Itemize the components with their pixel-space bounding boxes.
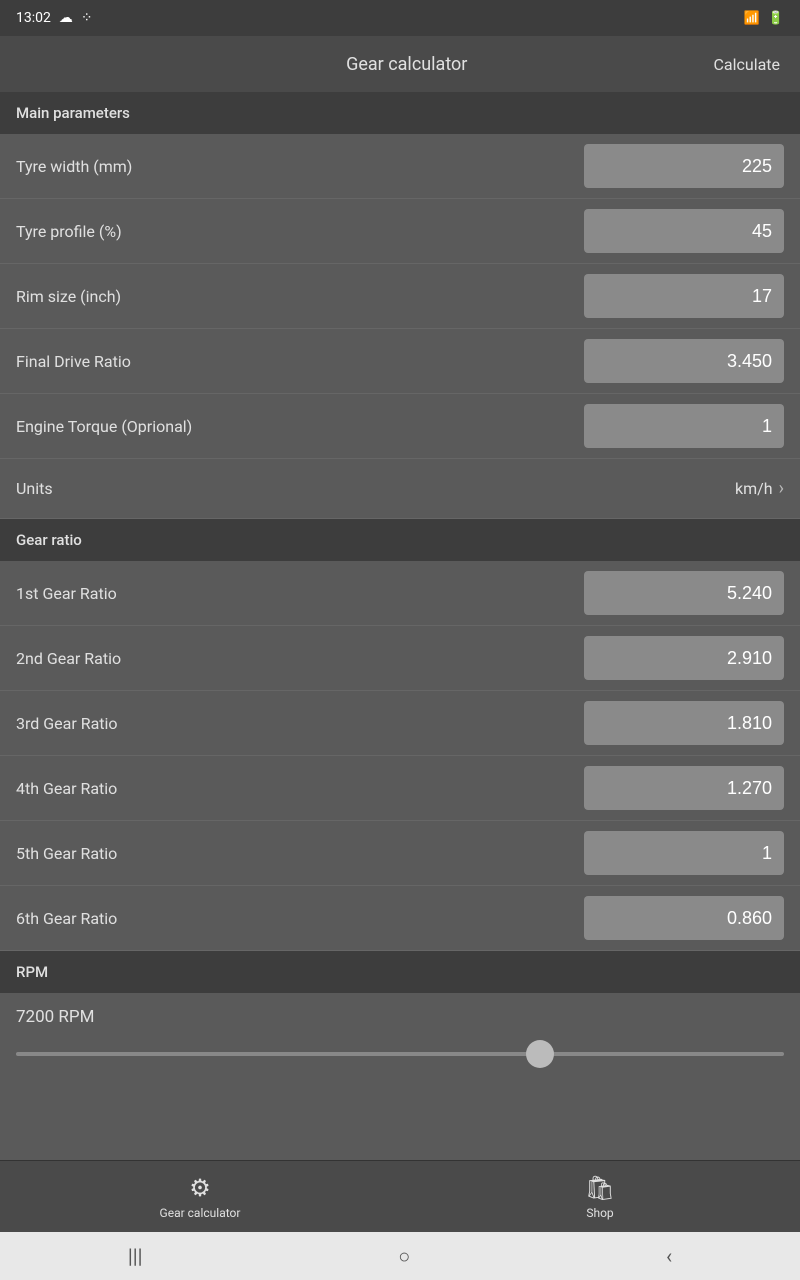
gear-3-input[interactable] (584, 701, 784, 745)
gear-ratio-header: Gear ratio (0, 519, 800, 561)
units-value-container: km/h › (735, 478, 784, 499)
rim-size-row: Rim size (inch) (0, 264, 800, 329)
engine-torque-input[interactable] (584, 404, 784, 448)
units-value-text: km/h (735, 479, 773, 498)
gear-4-label: 4th Gear Ratio (16, 779, 117, 798)
battery-icon: 🔋 (768, 11, 784, 26)
android-menu-button[interactable]: ||| (108, 1236, 163, 1276)
android-nav-bar: ||| ○ ‹ (0, 1232, 800, 1280)
final-drive-ratio-input[interactable] (584, 339, 784, 383)
rpm-value-row: 7200 RPM (0, 993, 800, 1033)
final-drive-ratio-label: Final Drive Ratio (16, 352, 131, 371)
gear-6-row: 6th Gear Ratio (0, 886, 800, 951)
android-home-button[interactable]: ○ (378, 1236, 430, 1277)
rpm-value-text: 7200 RPM (16, 1007, 94, 1027)
final-drive-ratio-row: Final Drive Ratio (0, 329, 800, 394)
gear-4-row: 4th Gear Ratio (0, 756, 800, 821)
wifi-icon: 📶 (744, 11, 760, 26)
nav-gear-calc-label: Gear calculator (160, 1206, 241, 1220)
engine-torque-label: Engine Torque (Oprional) (16, 417, 192, 436)
android-back-button[interactable]: ‹ (646, 1236, 692, 1276)
gear-1-label: 1st Gear Ratio (16, 584, 117, 603)
gear-2-input[interactable] (584, 636, 784, 680)
gear-5-input[interactable] (584, 831, 784, 875)
main-params-header: Main parameters (0, 92, 800, 134)
nav-shop[interactable]: 🛍 Shop (400, 1166, 800, 1228)
gear-1-input[interactable] (584, 571, 784, 615)
gear-2-label: 2nd Gear Ratio (16, 649, 121, 668)
gear-4-input[interactable] (584, 766, 784, 810)
rpm-slider-container (0, 1033, 800, 1076)
tyre-width-label: Tyre width (mm) (16, 157, 132, 176)
status-time: 13:02 (16, 10, 51, 26)
bottom-nav: ⚙ Gear calculator 🛍 Shop (0, 1160, 800, 1232)
main-content: Main parameters Tyre width (mm) Tyre pro… (0, 92, 800, 1160)
shop-icon: 🛍 (585, 1174, 615, 1202)
app-title: Gear calculator (100, 54, 713, 75)
gear-3-label: 3rd Gear Ratio (16, 714, 118, 733)
top-bar: Gear calculator Calculate (0, 36, 800, 92)
status-bar-left: 13:02 ☁ ⁘ (16, 10, 93, 26)
gear-6-input[interactable] (584, 896, 784, 940)
status-bar: 13:02 ☁ ⁘ 📶 🔋 (0, 0, 800, 36)
gear-1-row: 1st Gear Ratio (0, 561, 800, 626)
rpm-slider[interactable] (16, 1052, 784, 1056)
tyre-profile-input[interactable] (584, 209, 784, 253)
rim-size-input[interactable] (584, 274, 784, 318)
gear-5-row: 5th Gear Ratio (0, 821, 800, 886)
gear-3-row: 3rd Gear Ratio (0, 691, 800, 756)
nav-gear-calc[interactable]: ⚙ Gear calculator (0, 1166, 400, 1228)
units-label: Units (16, 479, 53, 498)
tyre-profile-label: Tyre profile (%) (16, 222, 122, 241)
nav-shop-label: Shop (586, 1206, 613, 1220)
gear-5-label: 5th Gear Ratio (16, 844, 117, 863)
tyre-profile-row: Tyre profile (%) (0, 199, 800, 264)
dots-icon: ⁘ (81, 10, 93, 26)
chevron-right-icon: › (779, 478, 784, 499)
tyre-width-row: Tyre width (mm) (0, 134, 800, 199)
tyre-width-input[interactable] (584, 144, 784, 188)
units-row[interactable]: Units km/h › (0, 459, 800, 519)
gear-calc-icon: ⚙ (189, 1174, 211, 1202)
gear-2-row: 2nd Gear Ratio (0, 626, 800, 691)
status-bar-right: 📶 🔋 (744, 11, 784, 26)
calculate-button[interactable]: Calculate (713, 55, 780, 74)
rpm-header: RPM (0, 951, 800, 993)
weather-icon: ☁ (59, 10, 73, 26)
gear-6-label: 6th Gear Ratio (16, 909, 117, 928)
rim-size-label: Rim size (inch) (16, 287, 121, 306)
engine-torque-row: Engine Torque (Oprional) (0, 394, 800, 459)
